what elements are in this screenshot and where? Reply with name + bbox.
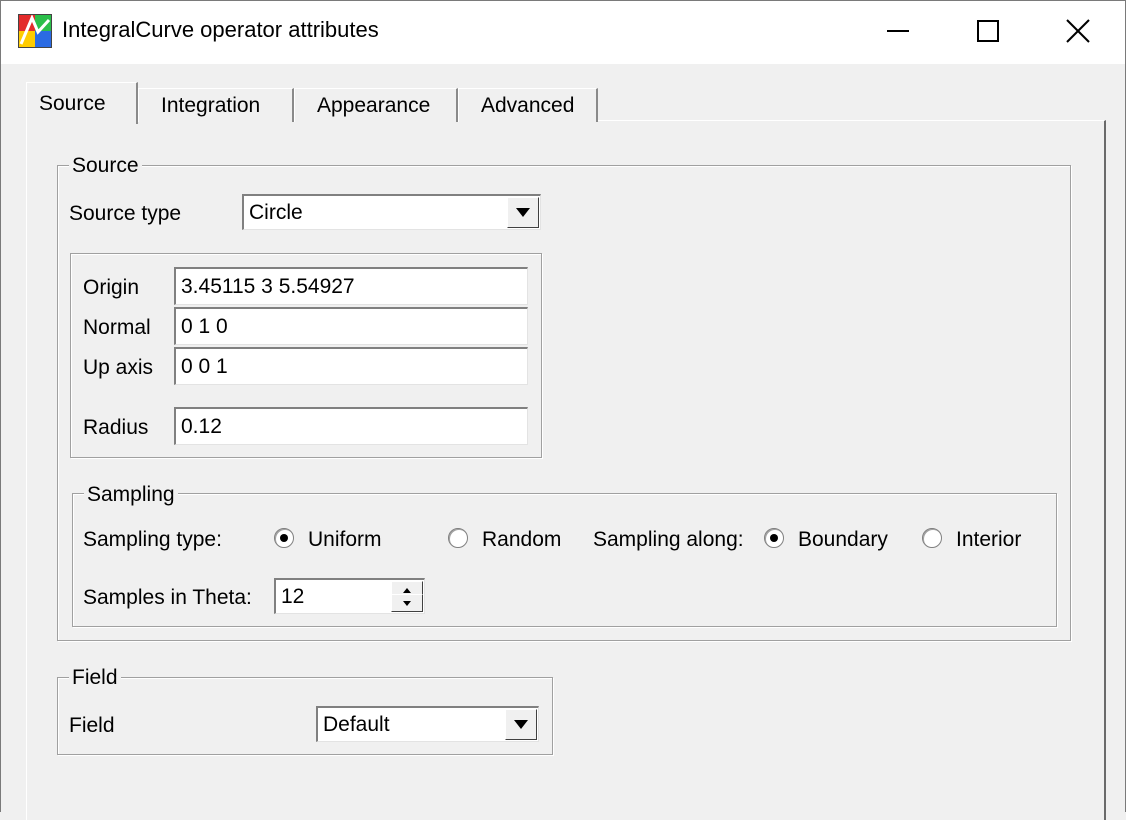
source-type-dropdown[interactable]: Circle bbox=[242, 194, 541, 230]
tab-label: Appearance bbox=[317, 93, 431, 117]
arrow-down-icon bbox=[403, 600, 411, 606]
tab-label: Advanced bbox=[481, 93, 575, 117]
window-frame-left bbox=[0, 64, 6, 812]
source-type-label: Source type bbox=[69, 202, 182, 225]
dropdown-arrow-button[interactable] bbox=[507, 197, 539, 228]
uniform-label[interactable]: Uniform bbox=[308, 528, 382, 552]
field-group-legend: Field bbox=[69, 666, 121, 690]
sampling-along-label: Sampling along: bbox=[593, 528, 744, 551]
tab-advanced[interactable]: Advanced bbox=[458, 88, 598, 122]
close-icon bbox=[1066, 19, 1090, 43]
field-value: Default bbox=[323, 712, 390, 736]
boundary-radio[interactable] bbox=[764, 528, 784, 548]
radio-selected-dot bbox=[280, 534, 288, 542]
minimize-icon bbox=[887, 30, 909, 32]
tab-label: Integration bbox=[161, 93, 261, 117]
tab-appearance[interactable]: Appearance bbox=[294, 88, 458, 122]
maximize-button[interactable] bbox=[958, 8, 1018, 54]
source-group-legend: Source bbox=[69, 154, 142, 178]
origin-label: Origin bbox=[83, 276, 140, 299]
random-radio[interactable] bbox=[448, 528, 468, 548]
samples-in-theta-label: Samples in Theta: bbox=[83, 586, 252, 609]
tab-integration[interactable]: Integration bbox=[138, 88, 294, 122]
tab-label: Source bbox=[39, 91, 106, 115]
visit-app-icon bbox=[18, 14, 52, 48]
field-label: Field bbox=[69, 714, 115, 737]
origin-input[interactable]: 3.45115 3 5.54927 bbox=[174, 267, 528, 305]
dropdown-arrow-button[interactable] bbox=[505, 709, 537, 740]
spin-down-button[interactable] bbox=[391, 594, 423, 612]
radio-selected-dot bbox=[770, 534, 778, 542]
source-type-value: Circle bbox=[249, 200, 303, 224]
samples-in-theta-value: 12 bbox=[281, 584, 305, 608]
chevron-down-icon bbox=[514, 720, 528, 729]
normal-label: Normal bbox=[83, 316, 151, 339]
random-label[interactable]: Random bbox=[482, 528, 561, 552]
boundary-label[interactable]: Boundary bbox=[798, 528, 888, 552]
close-button[interactable] bbox=[1048, 8, 1108, 54]
radius-label: Radius bbox=[83, 416, 149, 439]
up-axis-label: Up axis bbox=[83, 356, 154, 379]
field-dropdown[interactable]: Default bbox=[316, 706, 539, 742]
radius-input[interactable]: 0.12 bbox=[174, 407, 528, 445]
sampling-type-label: Sampling type: bbox=[83, 528, 222, 551]
interior-label[interactable]: Interior bbox=[956, 528, 1021, 552]
normal-input[interactable]: 0 1 0 bbox=[174, 307, 528, 345]
chevron-down-icon bbox=[516, 208, 530, 217]
up-axis-input[interactable]: 0 0 1 bbox=[174, 347, 528, 385]
maximize-icon bbox=[977, 20, 999, 42]
window-frame-right bbox=[1104, 64, 1126, 812]
tab-source[interactable]: Source bbox=[26, 82, 138, 124]
uniform-radio[interactable] bbox=[274, 528, 294, 548]
interior-radio[interactable] bbox=[922, 528, 942, 548]
minimize-button[interactable] bbox=[868, 8, 928, 54]
sampling-group-legend: Sampling bbox=[84, 483, 178, 507]
arrow-up-icon bbox=[403, 587, 411, 593]
window-title: IntegralCurve operator attributes bbox=[62, 17, 379, 42]
samples-in-theta-spinbox[interactable]: 12 bbox=[274, 578, 425, 614]
